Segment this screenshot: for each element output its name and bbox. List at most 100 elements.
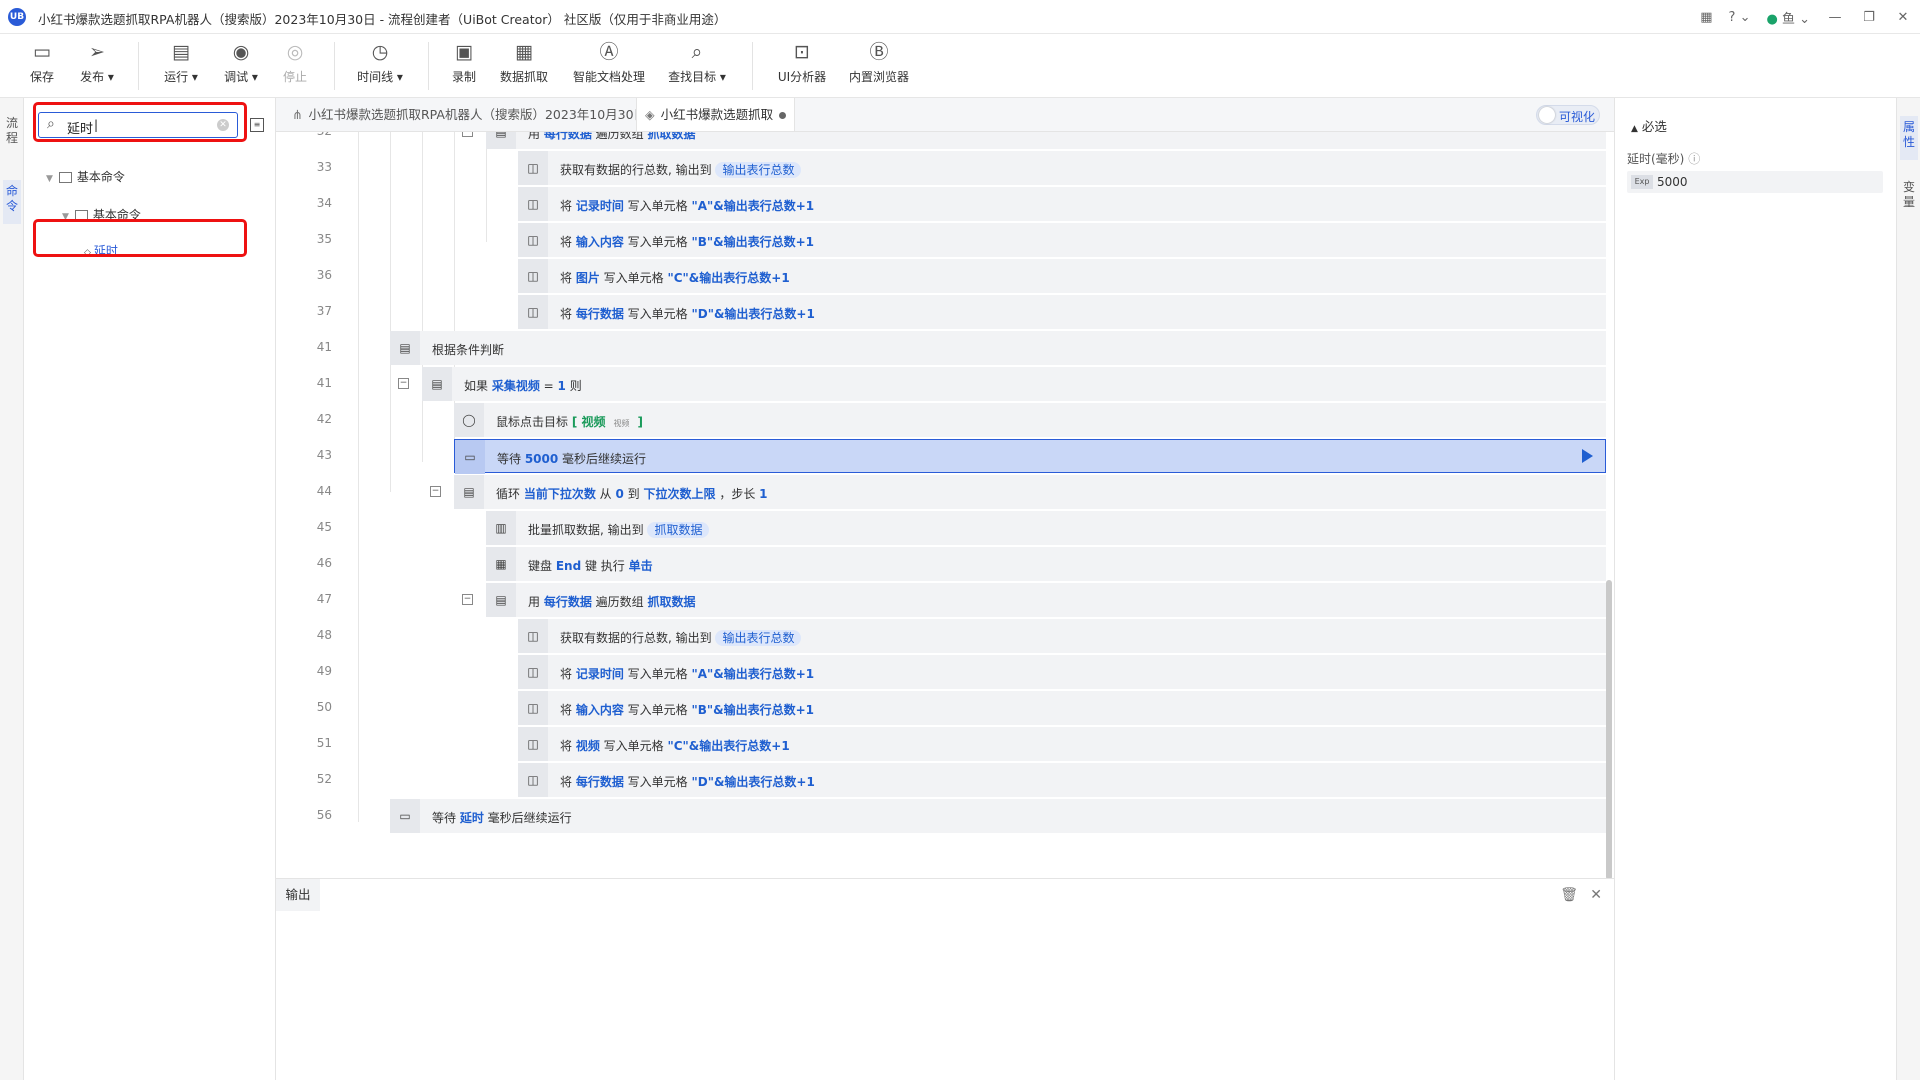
record-button[interactable]: ▣ 录制 — [450, 40, 478, 85]
find-target-button[interactable]: ⌕ 查找目标 ▾ — [666, 40, 728, 85]
command-token: 图片 — [575, 271, 600, 285]
doc-ai-button[interactable]: Ⓐ 智能文档处理 — [572, 40, 646, 85]
ai-icon: Ⓐ — [599, 41, 619, 63]
command-row[interactable]: 36 ◫ 将 图片 写入单元格 "C"&输出表行总数+1 — [276, 258, 1614, 294]
command-row[interactable]: 49 ◫ 将 记录时间 写入单元格 "A"&输出表行总数+1 — [276, 654, 1614, 690]
trash-icon[interactable]: 🗑 — [1560, 887, 1578, 903]
editor-scrollbar[interactable] — [1606, 580, 1612, 880]
command-card[interactable]: ▤ 根据条件判断 — [390, 331, 1606, 365]
publish-button[interactable]: ➢ 发布 ▾ — [74, 40, 120, 85]
run-from-here-icon[interactable] — [1582, 449, 1593, 463]
command-card[interactable]: ◯ 鼠标点击目标 [ 视频 视频] — [454, 403, 1606, 437]
collapse-toggle-icon[interactable]: − — [430, 486, 441, 497]
command-text: 将 每行数据 写入单元格 "D"&输出表行总数+1 — [560, 305, 815, 322]
command-token: 1 — [759, 487, 768, 501]
command-fragment: 到 — [623, 487, 644, 501]
collapse-toggle-icon[interactable]: − — [462, 594, 473, 605]
tab-flow[interactable]: 流程 — [3, 116, 21, 146]
close-icon[interactable]: ✕ — [1590, 887, 1602, 903]
command-row[interactable]: 37 ◫ 将 每行数据 写入单元格 "D"&输出表行总数+1 — [276, 294, 1614, 330]
save-button[interactable]: ▭ 保存 — [28, 40, 56, 85]
command-row[interactable]: 42 ◯ 鼠标点击目标 [ 视频 视频] — [276, 402, 1614, 438]
command-card[interactable]: ◫ 将 视频 写入单元格 "C"&输出表行总数+1 — [518, 727, 1606, 761]
data-scrape-button[interactable]: ▦ 数据抓取 — [498, 40, 550, 85]
command-card[interactable]: ▥ 批量抓取数据, 输出到 抓取数据 — [486, 511, 1606, 545]
run-button[interactable]: ▤ 运行 ▾ — [158, 40, 204, 85]
tab-variables[interactable]: 变量 — [1900, 180, 1918, 210]
tab-properties[interactable]: 属性 — [1900, 116, 1918, 160]
debug-button[interactable]: ◉ 调试 ▾ — [218, 40, 264, 85]
command-row[interactable]: 32 − ▤ 用 每行数据 遍历数组 抓取数据 — [276, 132, 1614, 150]
command-fragment: 将 — [560, 667, 576, 681]
variable-pill[interactable]: 抓取数据 — [647, 522, 710, 538]
command-token: 记录时间 — [575, 199, 624, 213]
stop-button[interactable]: ◎ 停止 — [278, 40, 312, 85]
collapse-toggle-icon[interactable]: − — [462, 132, 473, 137]
command-row[interactable]: 44 − ▤ 循环 当前下拉次数 从 0 到 下拉次数上限 ，步长 1 — [276, 474, 1614, 510]
timeline-button[interactable]: ◷ 时间线 ▾ — [354, 40, 406, 85]
required-section-header[interactable]: ▲ 必选 — [1631, 116, 1667, 135]
command-card[interactable]: ◫ 将 记录时间 写入单元格 "A"&输出表行总数+1 — [518, 187, 1606, 221]
command-row[interactable]: 51 ◫ 将 视频 写入单元格 "C"&输出表行总数+1 — [276, 726, 1614, 762]
tree-node-basic-root[interactable]: ▼ 基本命令 — [46, 168, 125, 185]
selected-command-row[interactable]: 43 ▭ 等待 5000 毫秒后继续运行 — [276, 438, 1614, 474]
command-row[interactable]: 45 ▥ 批量抓取数据, 输出到 抓取数据 — [276, 510, 1614, 546]
tab-main-flow[interactable]: ⋔ 小红书爆款选题抓取RPA机器人（搜索版）2023年10月30日 — [286, 98, 652, 131]
command-row[interactable]: 41 − ▤ 如果 采集视频 = 1 则 — [276, 366, 1614, 402]
help-icon[interactable]: ? ⌄ — [1729, 10, 1751, 25]
command-card[interactable]: ◫ 将 输入内容 写入单元格 "B"&输出表行总数+1 — [518, 691, 1606, 725]
variable-pill[interactable]: 输出表行总数 — [715, 162, 802, 178]
command-row[interactable]: 34 ◫ 将 记录时间 写入单元格 "A"&输出表行总数+1 — [276, 186, 1614, 222]
command-token: 下拉次数上限 — [643, 487, 716, 501]
layout-icon[interactable]: ▦ — [1700, 10, 1712, 25]
command-icon: ◫ — [518, 727, 548, 761]
command-card[interactable]: ◫ 获取有数据的行总数, 输出到 输出表行总数 — [518, 151, 1606, 185]
command-card[interactable]: ◫ 将 每行数据 写入单元格 "D"&输出表行总数+1 — [518, 295, 1606, 329]
command-row[interactable]: 41 ▤ 根据条件判断 — [276, 330, 1614, 366]
command-row[interactable]: 33 ◫ 获取有数据的行总数, 输出到 输出表行总数 — [276, 150, 1614, 186]
command-row[interactable]: 48 ◫ 获取有数据的行总数, 输出到 输出表行总数 — [276, 618, 1614, 654]
command-card[interactable]: ▭ 等待 延时 毫秒后继续运行 — [390, 799, 1606, 833]
command-card[interactable]: ◫ 将 图片 写入单元格 "C"&输出表行总数+1 — [518, 259, 1606, 293]
tab-commands[interactable]: 命令 — [3, 180, 21, 224]
command-row[interactable]: 52 ◫ 将 每行数据 写入单元格 "D"&输出表行总数+1 — [276, 762, 1614, 798]
command-text: 用 每行数据 遍历数组 抓取数据 — [528, 593, 696, 610]
filter-icon[interactable]: ≡ — [250, 118, 264, 132]
command-row[interactable]: 56 ▭ 等待 延时 毫秒后继续运行 — [276, 798, 1614, 834]
command-row[interactable]: 35 ◫ 将 输入内容 写入单元格 "B"&输出表行总数+1 — [276, 222, 1614, 258]
command-row[interactable]: 50 ◫ 将 输入内容 写入单元格 "B"&输出表行总数+1 — [276, 690, 1614, 726]
ui-analyzer-button[interactable]: ⊡ UI分析器 — [776, 40, 828, 85]
delay-input[interactable]: Exp 5000 — [1627, 171, 1883, 193]
command-card[interactable]: ▤ 用 每行数据 遍历数组 抓取数据 — [486, 132, 1606, 149]
command-fragment: 将 — [560, 199, 576, 213]
tab-subflow[interactable]: ◈ 小红书爆款选题抓取 — [636, 98, 796, 131]
command-icon: ▤ — [422, 367, 452, 401]
command-token: 1 — [557, 379, 566, 393]
command-card[interactable]: ▤ 如果 采集视频 = 1 则 — [422, 367, 1606, 401]
expression-badge[interactable]: Exp — [1631, 175, 1653, 189]
command-row[interactable]: 47 − ▤ 用 每行数据 遍历数组 抓取数据 — [276, 582, 1614, 618]
command-card[interactable]: ▤ 用 每行数据 遍历数组 抓取数据 — [486, 583, 1606, 617]
command-card[interactable]: ◫ 将 输入内容 写入单元格 "B"&输出表行总数+1 — [518, 223, 1606, 257]
command-row[interactable]: 46 ▦ 键盘 End 键 执行 单击 — [276, 546, 1614, 582]
command-text: 获取有数据的行总数, 输出到 输出表行总数 — [560, 161, 802, 178]
command-card[interactable]: ◫ 将 记录时间 写入单元格 "A"&输出表行总数+1 — [518, 655, 1606, 689]
command-card[interactable]: ▦ 键盘 End 键 执行 单击 — [486, 547, 1606, 581]
command-card[interactable]: ◫ 获取有数据的行总数, 输出到 输出表行总数 — [518, 619, 1606, 653]
close-button[interactable]: ✕ — [1886, 10, 1920, 25]
command-token: 视频 — [613, 419, 630, 428]
command-token: "C"&输出表行总数+1 — [667, 739, 790, 753]
collapse-toggle-icon[interactable]: − — [398, 378, 409, 389]
command-fragment: 获取有数据的行总数, 输出到 — [560, 163, 716, 177]
variable-pill[interactable]: 输出表行总数 — [715, 630, 802, 646]
user-menu[interactable]: ● 鱼 ⌄ — [1766, 8, 1810, 27]
output-tab[interactable]: 输出 — [276, 879, 320, 911]
command-card[interactable]: ▭ 等待 5000 毫秒后继续运行 — [454, 439, 1606, 474]
visual-toggle[interactable]: 可视化 — [1536, 105, 1600, 125]
command-card[interactable]: ▤ 循环 当前下拉次数 从 0 到 下拉次数上限 ，步长 1 — [454, 475, 1606, 509]
restore-button[interactable]: ❐ — [1852, 10, 1886, 25]
built-in-browser-button[interactable]: Ⓑ 内置浏览器 — [848, 40, 910, 85]
command-card[interactable]: ◫ 将 每行数据 写入单元格 "D"&输出表行总数+1 — [518, 763, 1606, 797]
minimize-button[interactable]: — — [1818, 10, 1852, 25]
command-fragment: 写入单元格 — [623, 199, 692, 213]
